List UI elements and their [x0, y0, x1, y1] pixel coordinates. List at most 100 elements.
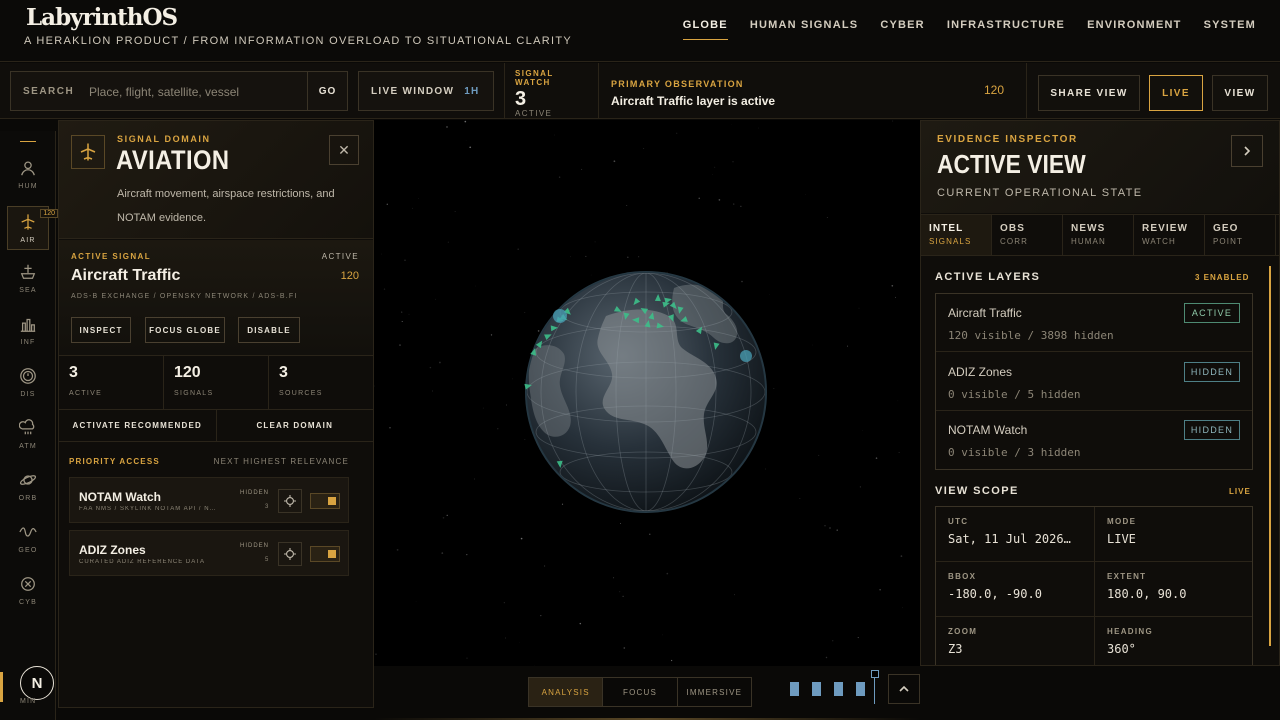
focus-globe-button[interactable]: FOCUS GLOBE	[145, 317, 225, 343]
timeline-scrubber[interactable]	[790, 670, 879, 704]
timeline-bar[interactable]	[856, 682, 865, 696]
rail-item-sea[interactable]: SEA	[7, 257, 49, 301]
plane-icon	[21, 214, 35, 230]
mode-immersive[interactable]: IMMERSIVE	[678, 678, 751, 706]
clear-domain-button[interactable]: CLEAR DOMAIN	[217, 410, 374, 441]
timeline-bar[interactable]	[812, 682, 821, 696]
rail-item-geo[interactable]: GEO	[7, 517, 49, 561]
live-button[interactable]: LIVE	[1149, 75, 1203, 111]
layer-toggle[interactable]	[310, 493, 340, 509]
expand-up-button[interactable]	[888, 674, 920, 704]
avatar[interactable]: N	[20, 666, 54, 700]
nav-globe[interactable]: GLOBE	[682, 19, 728, 40]
scope-key: UTC	[948, 517, 969, 526]
star	[418, 198, 419, 199]
tab-geo[interactable]: GEO POINT	[1205, 215, 1276, 255]
locate-button[interactable]	[278, 542, 302, 566]
evidence-inspector-panel: EVIDENCE INSPECTOR ACTIVE VIEW CURRENT O…	[920, 120, 1280, 666]
activate-recommended-button[interactable]: ACTIVATE RECOMMENDED	[59, 410, 217, 441]
signal-watch-sub: ACTIVE	[515, 109, 553, 118]
search-input[interactable]	[89, 78, 303, 106]
go-button[interactable]: GO	[307, 72, 347, 110]
scope-key: BBOX	[948, 572, 977, 581]
rail-item-air[interactable]: AIR 120	[7, 206, 58, 250]
layer-toggle[interactable]	[310, 546, 340, 562]
rail-item-label: ATM	[19, 443, 37, 450]
star	[805, 194, 806, 195]
rail-item-dis[interactable]: DIS	[7, 361, 49, 405]
toggle-knob	[328, 497, 336, 505]
mode-analysis[interactable]: ANALYSIS	[529, 678, 604, 706]
star	[892, 120, 894, 122]
tab-review[interactable]: REVIEW WATCH	[1134, 215, 1205, 255]
layer-status-badge[interactable]: HIDDEN	[1184, 420, 1240, 440]
tab-obs[interactable]: OBS CORR	[992, 215, 1063, 255]
signal-watch-value: 3	[515, 88, 527, 110]
active-signal-title: Aircraft Traffic	[71, 267, 181, 284]
close-button[interactable]: ✕	[329, 135, 359, 165]
collapse-inspector-button[interactable]	[1231, 135, 1263, 167]
nav-environment[interactable]: ENVIRONMENT	[1087, 19, 1181, 40]
timeline-cursor[interactable]	[871, 670, 879, 704]
traffic-cluster[interactable]	[740, 350, 752, 362]
stat-value: 3	[279, 364, 288, 381]
stat-label: SIGNALS	[174, 390, 214, 397]
nav-infrastructure[interactable]: INFRASTRUCTURE	[947, 19, 1065, 40]
disable-button[interactable]: DISABLE	[238, 317, 300, 343]
star	[627, 256, 629, 258]
priority-item-state: HIDDEN	[240, 543, 270, 549]
inspect-button[interactable]: INSPECT	[71, 317, 131, 343]
brand-logo: LabyrinthOS	[26, 4, 178, 31]
share-view-button[interactable]: SHARE VIEW	[1038, 75, 1140, 111]
nav-human-signals[interactable]: HUMAN SIGNALS	[750, 19, 859, 40]
star	[676, 132, 678, 134]
layer-status-badge[interactable]: ACTIVE	[1184, 303, 1240, 323]
star	[666, 271, 668, 273]
layer-name: NOTAM Watch	[948, 423, 1028, 437]
rail-item-inf[interactable]: INF	[7, 309, 49, 353]
priority-item-adiz[interactable]: ADIZ Zones CURATED ADIZ REFERENCE DATA H…	[69, 530, 349, 576]
layer-status-badge[interactable]: HIDDEN	[1184, 362, 1240, 382]
rail-item-hum[interactable]: HUM	[7, 153, 49, 197]
star	[818, 454, 820, 456]
globe-viewport[interactable]	[374, 120, 920, 666]
scope-value: 360°	[1107, 642, 1136, 656]
priority-item-notam[interactable]: NOTAM Watch FAA NMS / SKYLINK NOTAM API …	[69, 477, 349, 523]
live-window-selector[interactable]: LIVE WINDOW 1H	[358, 71, 494, 111]
layer-row-aircraft[interactable]: Aircraft Traffic 120 visible / 3898 hidd…	[936, 294, 1252, 352]
tab-news[interactable]: NEWS HUMAN	[1063, 215, 1134, 255]
rail-item-orb[interactable]: ORB	[7, 465, 49, 509]
nav-cyber[interactable]: CYBER	[880, 19, 925, 40]
nav-system[interactable]: SYSTEM	[1204, 19, 1256, 40]
timeline-bar[interactable]	[790, 682, 799, 696]
tab-intel[interactable]: INTEL SIGNALS	[921, 215, 992, 255]
star	[859, 486, 861, 488]
star	[829, 527, 831, 529]
rail-badge: 120	[40, 209, 58, 218]
inspector-scrollbar[interactable]	[1269, 266, 1271, 646]
star	[613, 160, 616, 163]
star	[512, 378, 513, 380]
rail-item-cyb[interactable]: CYB	[7, 569, 49, 613]
layer-row-adiz[interactable]: ADIZ Zones 0 visible / 5 hidden HIDDEN	[936, 353, 1252, 411]
layer-row-notam[interactable]: NOTAM Watch 0 visible / 3 hidden HIDDEN	[936, 411, 1252, 469]
globe-canvas[interactable]	[374, 120, 920, 666]
timeline-bar[interactable]	[834, 682, 843, 696]
scope-key: MODE	[1107, 517, 1137, 526]
rail-item-atm[interactable]: ATM	[7, 413, 49, 457]
traffic-cluster[interactable]	[553, 309, 567, 323]
main-nav: GLOBE HUMAN SIGNALS CYBER INFRASTRUCTURE…	[682, 19, 1256, 40]
view-button[interactable]: VIEW	[1212, 75, 1268, 111]
locate-button[interactable]	[278, 489, 302, 513]
stat-value: 120	[174, 364, 201, 381]
star	[401, 311, 403, 313]
star	[734, 594, 735, 596]
min-label[interactable]: MIN	[20, 698, 36, 705]
active-signal-label: ACTIVE SIGNAL	[71, 252, 151, 261]
star	[497, 428, 499, 430]
star	[504, 637, 506, 639]
star	[466, 554, 468, 556]
chevron-up-icon	[899, 685, 909, 692]
scope-mode: MODE LIVE	[1094, 507, 1252, 562]
mode-focus[interactable]: FOCUS	[603, 678, 678, 706]
